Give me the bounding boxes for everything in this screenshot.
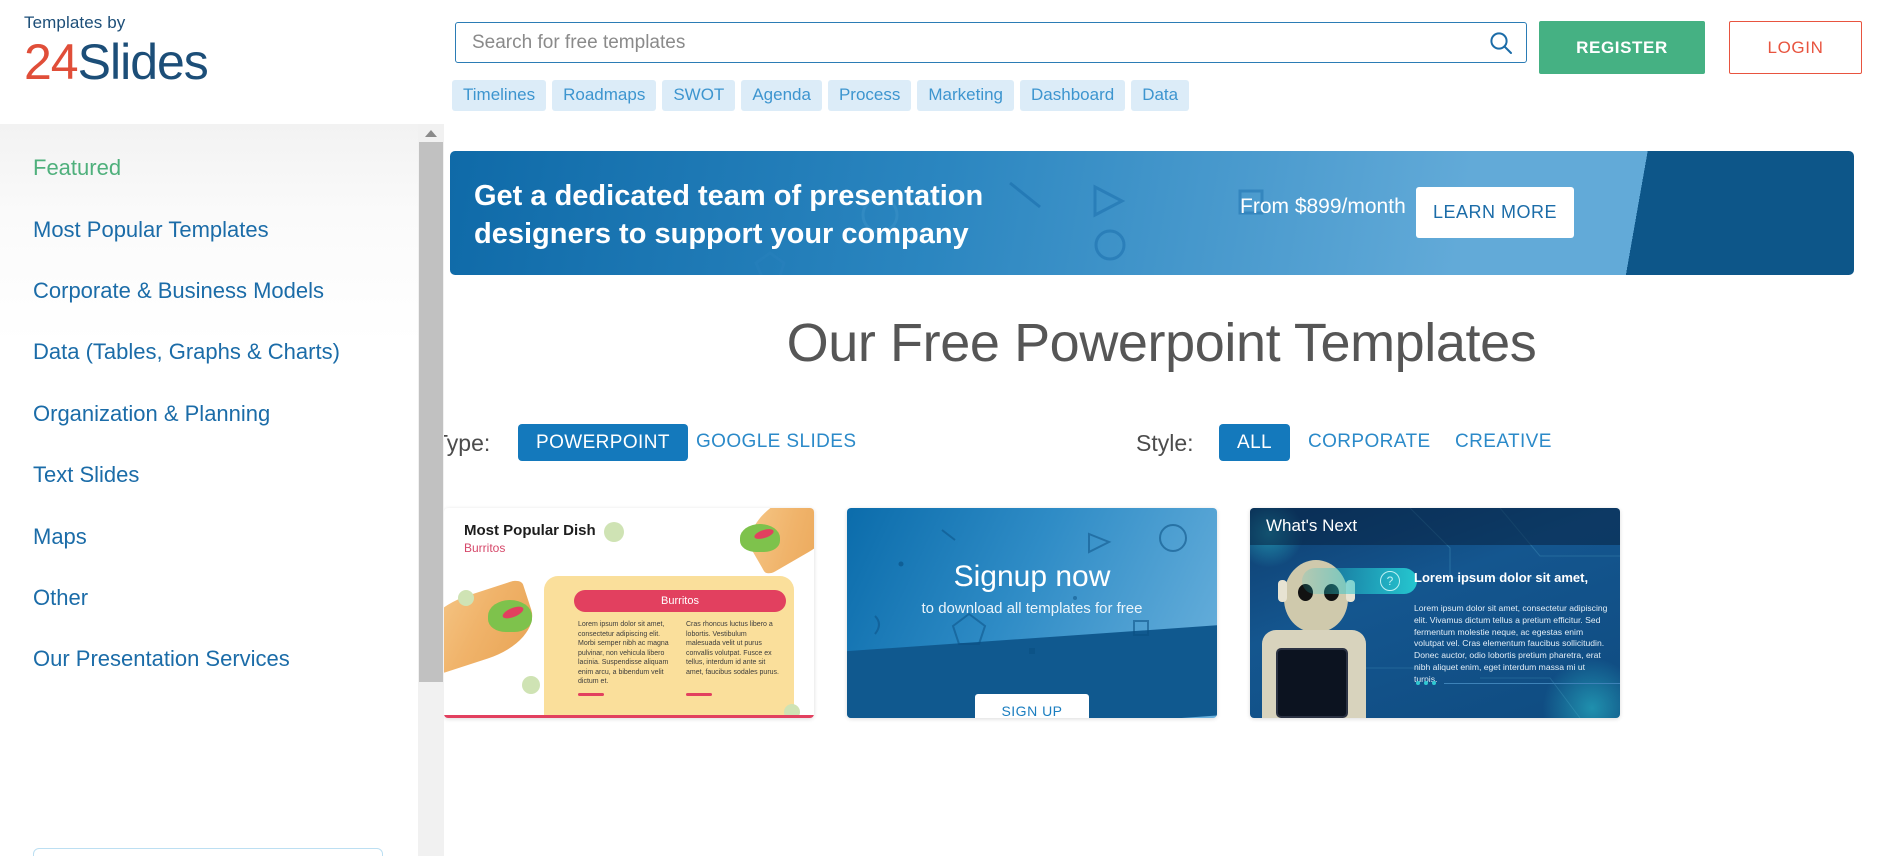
card1-subtitle: Burritos: [464, 541, 506, 555]
type-filter-label: Type:: [444, 430, 491, 456]
card2-title: Signup now: [953, 560, 1111, 593]
sidebar-item-data[interactable]: Data (Tables, Graphs & Charts): [33, 339, 340, 365]
chevron-up-icon[interactable]: [418, 124, 444, 141]
card1-section-bar: Burritos: [574, 590, 786, 612]
logo-tagline: Templates by: [24, 13, 126, 32]
card1-badge-3: [522, 676, 540, 694]
card2-signup-button[interactable]: SIGN UP: [975, 694, 1089, 718]
card1-footer-rule: [444, 715, 814, 718]
sidebar-item-most-popular-templates[interactable]: Most Popular Templates: [33, 217, 269, 243]
banner-title: Get a dedicated team of presentation des…: [474, 180, 984, 250]
banner-price: From $899/month: [1240, 195, 1406, 218]
logo-24-text: 24: [24, 34, 79, 90]
robot-tablet-screen: [1276, 648, 1348, 718]
search-icon[interactable]: [1488, 30, 1514, 56]
promo-banner[interactable]: Get a dedicated team of presentation des…: [450, 151, 1854, 275]
logo-wordmark: 24Slides: [24, 34, 354, 90]
card2-subtitle: to download all templates for free: [921, 600, 1143, 617]
page-title: Our Free Powerpoint Templates: [786, 313, 1537, 373]
site-header: Templates by 24Slides Timelines Roadmaps…: [0, 0, 1879, 124]
filter-bar: Type: POWERPOINT GOOGLE SLIDES Style: AL…: [444, 424, 1879, 468]
tag-chip-data[interactable]: Data: [1131, 80, 1190, 111]
robot-ear-left: [1278, 580, 1287, 602]
sidebar-item-text-slides[interactable]: Text Slides: [33, 462, 139, 488]
card3-progress-dots: [1416, 681, 1620, 685]
card1-rule-left: [578, 693, 604, 696]
card1-bar-label: Burritos: [661, 595, 699, 607]
learn-more-button[interactable]: LEARN MORE: [1416, 187, 1574, 238]
tag-chip-process[interactable]: Process: [827, 80, 912, 111]
search-input[interactable]: [472, 23, 1462, 62]
card1-badge-1: [604, 522, 624, 542]
logo-slides-text: Slides: [77, 34, 209, 90]
tag-chip-timelines[interactable]: Timelines: [452, 80, 547, 111]
style-filter-corporate[interactable]: CORPORATE: [1308, 431, 1431, 453]
main-content: Get a dedicated team of presentation des…: [444, 124, 1879, 856]
template-card-whats-next[interactable]: What's Next ? Lorem ipsum dolor sit amet…: [1250, 508, 1620, 718]
sidebar-item-organization-planning[interactable]: Organization & Planning: [33, 401, 270, 427]
register-button[interactable]: REGISTER: [1539, 21, 1705, 74]
sidebar-item-maps[interactable]: Maps: [33, 524, 87, 550]
sidebar-item-featured[interactable]: Featured: [33, 155, 121, 181]
sidebar-item-corporate-business[interactable]: Corporate & Business Models: [33, 278, 324, 304]
card1-rule-right: [686, 693, 712, 696]
type-filter-powerpoint[interactable]: POWERPOINT: [518, 424, 688, 461]
card1-badge-2: [458, 590, 474, 606]
card3-body: Lorem ipsum dolor sit amet, consectetur …: [1414, 603, 1608, 684]
style-filter-all[interactable]: ALL: [1219, 424, 1291, 461]
tag-chip-roadmaps[interactable]: Roadmaps: [552, 80, 657, 111]
template-card-most-popular-dish[interactable]: Most Popular Dish Burritos Burritos Lore…: [444, 508, 814, 718]
question-mark-icon: ?: [1380, 571, 1400, 591]
search-bar: [455, 22, 1527, 63]
sidebar-promo-box[interactable]: [33, 848, 383, 856]
login-button[interactable]: LOGIN: [1729, 21, 1862, 74]
scrollbar-thumb[interactable]: [419, 142, 443, 682]
tag-chip-agenda[interactable]: Agenda: [741, 80, 822, 111]
card1-body-left: Lorem ipsum dolor sit amet, consectetur …: [578, 621, 669, 685]
template-card-grid: Most Popular Dish Burritos Burritos Lore…: [444, 508, 1879, 856]
style-filter-label: Style:: [1136, 430, 1194, 456]
category-sidebar: Featured Most Popular Templates Corporat…: [0, 124, 418, 856]
tag-chip-dashboard[interactable]: Dashboard: [1020, 80, 1126, 111]
tag-chip-list: Timelines Roadmaps SWOT Agenda Process M…: [452, 80, 1190, 111]
card3-title: What's Next: [1266, 516, 1358, 535]
sidebar-item-presentation-services[interactable]: Our Presentation Services: [33, 646, 290, 672]
tag-chip-marketing[interactable]: Marketing: [917, 80, 1015, 111]
page-root: Templates by 24Slides Timelines Roadmaps…: [0, 0, 1879, 856]
card1-title: Most Popular Dish: [464, 522, 596, 539]
site-logo[interactable]: Templates by 24Slides: [24, 12, 354, 90]
card3-heading: Lorem ipsum dolor sit amet,: [1414, 570, 1589, 585]
card1-body-right: Cras rhoncus luctus libero a lobortis. V…: [686, 621, 779, 676]
tag-chip-swot[interactable]: SWOT: [662, 80, 736, 111]
style-filter-creative[interactable]: CREATIVE: [1455, 431, 1552, 453]
template-card-signup-now[interactable]: Signup now to download all templates for…: [847, 508, 1217, 718]
sidebar-item-other[interactable]: Other: [33, 585, 88, 611]
page-scrollbar[interactable]: [418, 124, 444, 856]
type-filter-google-slides[interactable]: GOOGLE SLIDES: [696, 431, 856, 453]
